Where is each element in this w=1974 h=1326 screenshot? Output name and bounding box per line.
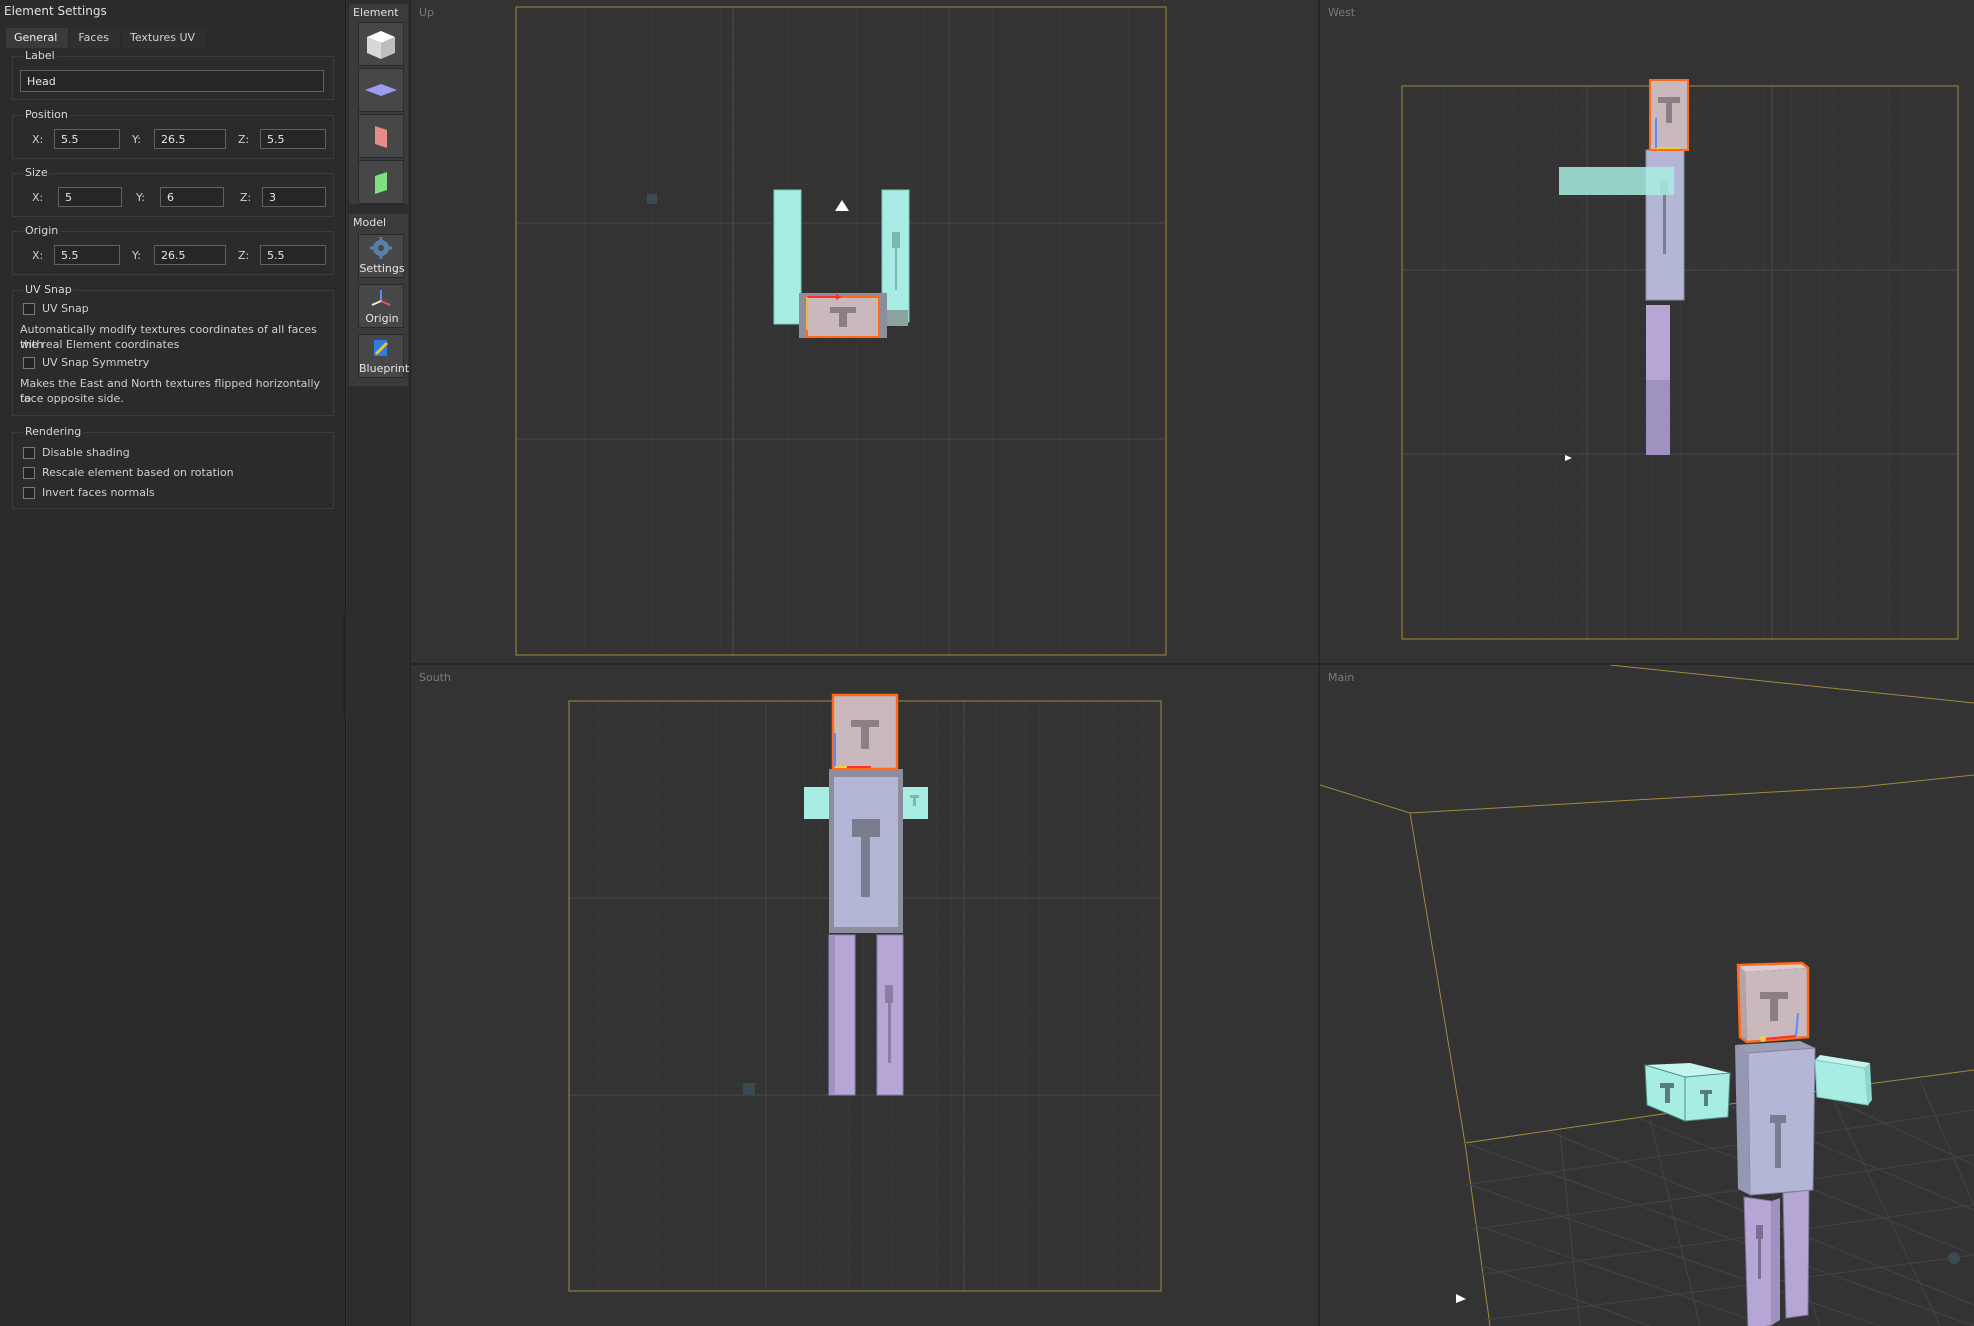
main-right-arm: [1814, 1059, 1869, 1106]
tab-faces[interactable]: Faces: [70, 28, 120, 48]
size-y-input[interactable]: [160, 187, 224, 207]
model-settings-button[interactable]: Settings: [358, 234, 405, 278]
size-z-input[interactable]: [262, 187, 326, 207]
position-group-title: Position: [23, 108, 70, 121]
south-left-arm: [804, 787, 832, 819]
origin-group-title: Origin: [23, 224, 61, 237]
viewport-south[interactable]: South: [411, 665, 1318, 1326]
uv-snap-description-line-2: the real Element coordinates: [20, 338, 180, 351]
rescale-rotation-label: Rescale element based on rotation: [42, 466, 234, 479]
main-camera-marker: [1456, 1294, 1466, 1303]
position-x-label: X:: [32, 133, 44, 146]
add-cube-button[interactable]: [358, 22, 404, 66]
position-z-input[interactable]: [260, 129, 326, 149]
invert-normals-label: Invert faces normals: [42, 486, 155, 499]
element-settings-panel: Element Settings General Faces Textures …: [0, 0, 346, 1326]
model-tools-title: Model: [353, 216, 387, 229]
viewport-main[interactable]: Main: [1320, 665, 1974, 1326]
position-x-input[interactable]: [54, 129, 120, 149]
tab-general[interactable]: General: [6, 28, 69, 48]
origin-z-input[interactable]: [260, 245, 326, 265]
origin-y-input[interactable]: [154, 245, 226, 265]
size-x-input[interactable]: [58, 187, 122, 207]
uv-snap-group: UV Snap UV Snap Automatically modify tex…: [12, 283, 334, 416]
viewport-up[interactable]: Up: [411, 0, 1318, 663]
plane-icon: [365, 84, 397, 96]
label-input[interactable]: [20, 70, 324, 92]
viewport-west[interactable]: West: [1320, 0, 1974, 663]
toolbox: Element Model Settings Origin Blueprint: [347, 0, 411, 1326]
origin-label: Origin: [365, 312, 399, 325]
element-tools-section: Element: [349, 4, 408, 204]
disable-shading-checkbox[interactable]: [23, 447, 35, 459]
west-arm: [1559, 167, 1674, 195]
main-origin-marker: [1948, 1252, 1960, 1264]
south-origin-marker: [743, 1083, 755, 1095]
rendering-group-title: Rendering: [23, 425, 84, 438]
label-group: Label: [12, 49, 334, 100]
settings-tabs: General Faces Textures UV: [6, 28, 208, 48]
axes-icon: [371, 290, 391, 306]
main-model: [1644, 961, 1872, 1326]
size-group-title: Size: [23, 166, 50, 179]
model-settings-label: Settings: [359, 262, 405, 275]
position-y-input[interactable]: [154, 129, 226, 149]
add-east-face-button[interactable]: [358, 160, 404, 204]
blueprint-button[interactable]: Blueprint: [358, 334, 410, 378]
label-group-title: Label: [23, 49, 57, 62]
gear-icon: [370, 237, 392, 259]
blueprint-label: Blueprint: [359, 362, 410, 375]
rescale-rotation-checkbox[interactable]: [23, 467, 35, 479]
add-plane-button[interactable]: [358, 68, 404, 112]
cube-icon: [367, 31, 395, 59]
up-left-arm: [773, 189, 802, 325]
origin-z-label: Z:: [238, 249, 250, 262]
tab-textures-uv[interactable]: Textures UV: [121, 28, 207, 48]
disable-shading-label: Disable shading: [42, 446, 130, 459]
main-3d-canvas: [1320, 665, 1974, 1326]
size-z-label: Z:: [240, 191, 252, 204]
up-view-canvas: [515, 6, 1167, 656]
uv-snap-label: UV Snap: [42, 302, 89, 315]
main-right-leg: [1782, 1189, 1810, 1319]
face-east-icon: [375, 172, 387, 194]
position-group: Position X: Y: Z:: [12, 108, 334, 159]
panel-splitter[interactable]: [343, 615, 346, 715]
blueprint-icon: [374, 340, 389, 356]
up-origin-marker: [647, 194, 657, 204]
uv-snap-symmetry-checkbox[interactable]: [23, 357, 35, 369]
element-tools-title: Element: [353, 6, 399, 19]
origin-group: Origin X: Y: Z:: [12, 224, 334, 275]
face-north-icon: [375, 126, 387, 148]
invert-normals-checkbox[interactable]: [23, 487, 35, 499]
size-x-label: X:: [32, 191, 44, 204]
origin-x-input[interactable]: [54, 245, 120, 265]
size-group: Size X: Y: Z:: [12, 166, 334, 217]
origin-button[interactable]: Origin: [358, 284, 404, 328]
uv-snap-group-title: UV Snap: [23, 283, 74, 296]
uv-snap-symmetry-label: UV Snap Symmetry: [42, 356, 150, 369]
rendering-group: Rendering Disable shading Rescale elemen…: [12, 425, 334, 509]
model-tools-section: Model Settings Origin Blueprint: [349, 214, 410, 386]
origin-y-label: Y:: [132, 249, 141, 262]
west-view-canvas: [1401, 79, 1959, 640]
viewport-splitter-horizontal[interactable]: [411, 663, 1974, 665]
uv-snap-checkbox[interactable]: [23, 303, 35, 315]
size-y-label: Y:: [136, 191, 145, 204]
panel-title: Element Settings: [4, 4, 107, 18]
uv-snap-symmetry-description-line-2: face opposite side.: [20, 392, 124, 405]
main-block-frame: [1320, 665, 1974, 1326]
south-view-canvas: [568, 693, 1162, 1292]
position-y-label: Y:: [132, 133, 141, 146]
add-north-face-button[interactable]: [358, 114, 404, 158]
position-z-label: Z:: [238, 133, 250, 146]
origin-x-label: X:: [32, 249, 44, 262]
